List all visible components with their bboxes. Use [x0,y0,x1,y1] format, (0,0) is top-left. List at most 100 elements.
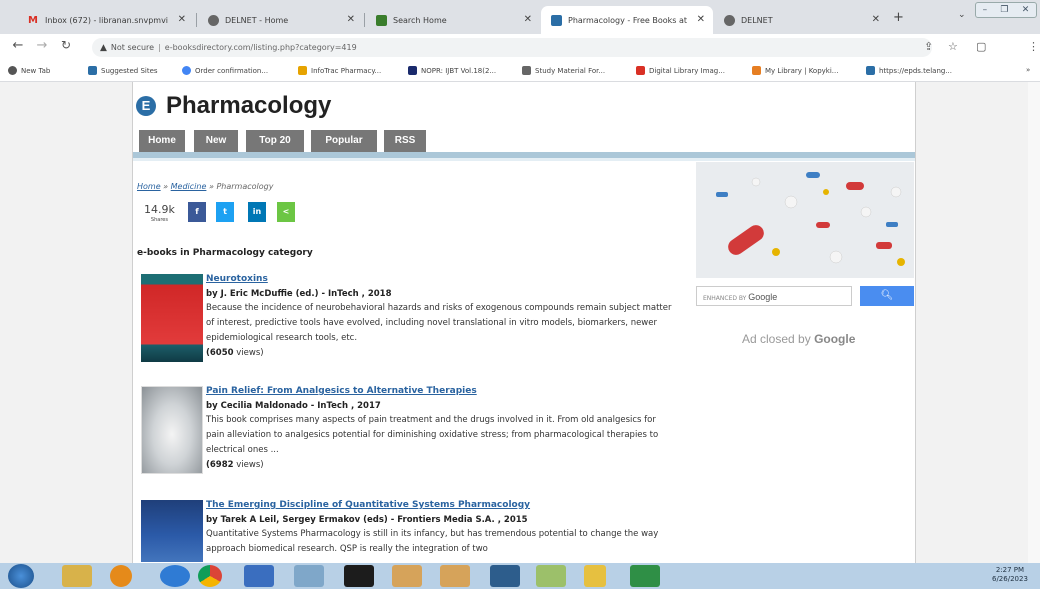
search-button[interactable]: 🔍︎ [860,286,914,306]
book-item: Pain Relief: From Analgesics to Alternat… [141,386,661,478]
internet-explorer-icon[interactable] [160,565,190,587]
book-views-count: (6982 [206,460,234,470]
book-views-label: views) [236,348,264,358]
bookmark-nopr[interactable]: NOPR: IJBT Vol.18(2... [408,66,496,75]
app-icon[interactable] [536,565,566,587]
breadcrumb-home[interactable]: Home [137,182,161,191]
bookmark-label: Study Material For... [535,66,606,75]
linkedin-share-button[interactable]: in [248,202,266,222]
epds-icon [866,66,875,75]
reload-icon[interactable]: ↻ [58,38,74,52]
nav-home[interactable]: Home [139,130,185,152]
tab-delnet-home[interactable]: DELNET - Home ✕ [198,6,363,34]
book-cover[interactable] [141,500,203,562]
tab-search-icon[interactable]: ⌄ [958,10,966,20]
bookmark-digital-library[interactable]: Digital Library Imag... [636,66,725,75]
tab-pharmacology[interactable]: Pharmacology - Free Books at ✕ [541,6,713,34]
nav-top-20[interactable]: Top 20 [246,130,304,152]
share-page-icon[interactable]: ⇪ [924,40,933,53]
tab-label: DELNET - Home [225,15,289,25]
excel-icon[interactable] [630,565,660,587]
sidebar-icon[interactable]: ▢ [976,40,986,53]
book-title-link[interactable]: The Emerging Discipline of Quantitative … [206,500,530,510]
system-clock[interactable]: 2:27 PM 6/26/2023 [992,566,1028,584]
bookmark-label: Order confirmation... [195,66,269,75]
close-icon[interactable]: ✕ [524,14,532,25]
address-bar[interactable]: ▲ Not secure | e-booksdirectory.com/list… [92,38,932,57]
close-icon[interactable]: ✕ [697,14,705,25]
menu-icon[interactable]: ⋮ [1028,40,1039,53]
command-prompt-icon[interactable] [344,565,374,587]
book-views-label: views) [236,460,264,470]
back-icon[interactable]: ← [10,38,26,53]
tab-delnet[interactable]: DELNET ✕ [714,6,888,34]
book-cover[interactable] [141,274,203,362]
close-window-icon[interactable]: ✕ [1022,5,1030,15]
bookmark-epds[interactable]: https://epds.telang... [866,66,952,75]
folder-icon[interactable] [584,565,606,587]
twitter-share-button[interactable]: t [216,202,234,222]
nav-popular[interactable]: Popular [311,130,377,152]
app-icon[interactable] [392,565,422,587]
nav-rss[interactable]: RSS [384,130,426,152]
book-title-link[interactable]: Pain Relief: From Analgesics to Alternat… [206,386,477,396]
book-cover[interactable] [141,386,203,474]
warning-icon: ▲ [100,42,107,53]
nav-underline-light [133,158,915,161]
app-icon[interactable] [490,565,520,587]
bookmark-label: Suggested Sites [101,66,158,75]
facebook-share-button[interactable]: f [188,202,206,222]
bookmarks-more-button[interactable]: » [1026,66,1030,74]
word-icon[interactable] [244,565,274,587]
search-icon [88,66,97,75]
bookmark-star-icon[interactable]: ☆ [948,40,958,53]
minimize-icon[interactable]: – [983,5,988,15]
share-icon[interactable]: < [277,202,295,222]
forward-icon[interactable]: → [34,38,50,53]
close-icon[interactable]: ✕ [347,14,355,25]
bookmark-suggested-sites[interactable]: Suggested Sites [88,66,158,75]
book-author: by Tarek A Leil, Sergey Ermakov (eds) - … [206,515,528,525]
gmail-icon: M [28,14,38,26]
close-icon[interactable]: ✕ [872,14,880,25]
bookmark-label: InfoTrac Pharmacy... [311,66,382,75]
bookmark-my-library[interactable]: My Library | Kopyki... [752,66,838,75]
bookmark-label: New Tab [21,66,51,75]
paint-icon[interactable] [294,565,324,587]
book-description-text: This book comprises many aspects of pain… [206,415,659,455]
book-title-link[interactable]: Neurotoxins [206,274,268,284]
bookmark-new-tab[interactable]: New Tab [8,66,50,75]
close-icon[interactable]: ✕ [178,14,186,25]
file-explorer-icon[interactable] [62,565,92,587]
pills-ad-image[interactable] [696,162,914,278]
breadcrumb-medicine[interactable]: Medicine [171,182,207,191]
page-title: Pharmacology [166,92,332,119]
book-author: by J. Eric McDuffie (ed.) - InTech , 201… [206,289,392,299]
app-icon[interactable] [440,565,470,587]
nav-new[interactable]: New [194,130,238,152]
breadcrumb-sep: » [160,182,171,191]
book-item: The Emerging Discipline of Quantitative … [141,500,661,562]
share-counter: 14.9k Shares [144,204,175,226]
tab-label: Inbox (672) - libranan.snvpmvi [45,15,169,25]
chrome-icon[interactable] [198,565,222,587]
bookmark-order-confirmation[interactable]: Order confirmation... [182,66,268,75]
book-description: Because the incidence of neurobehavioral… [206,301,676,361]
bookmark-infotrac[interactable]: InfoTrac Pharmacy... [298,66,381,75]
category-heading: e-books in Pharmacology category [137,248,313,258]
google-search-input[interactable]: ENHANCED BY Google [696,286,852,306]
google-icon [182,66,191,75]
ebooks-directory-icon [551,14,562,26]
new-tab-button[interactable]: + [893,10,904,25]
tab-inbox[interactable]: M Inbox (672) - libranan.snvpmvi ✕ [18,6,194,34]
start-button[interactable] [8,564,34,588]
bookmark-label: Digital Library Imag... [649,66,725,75]
book-description: This book comprises many aspects of pain… [206,413,676,473]
tab-search-home[interactable]: Search Home ✕ [366,6,540,34]
restore-icon[interactable]: ❐ [1000,5,1008,15]
page-scrollbar[interactable] [1028,82,1040,563]
clock-time: 2:27 PM [995,566,1025,574]
bookmark-study-material[interactable]: Study Material For... [522,66,605,75]
media-player-icon[interactable] [110,565,132,587]
site-logo[interactable]: E [136,96,156,116]
